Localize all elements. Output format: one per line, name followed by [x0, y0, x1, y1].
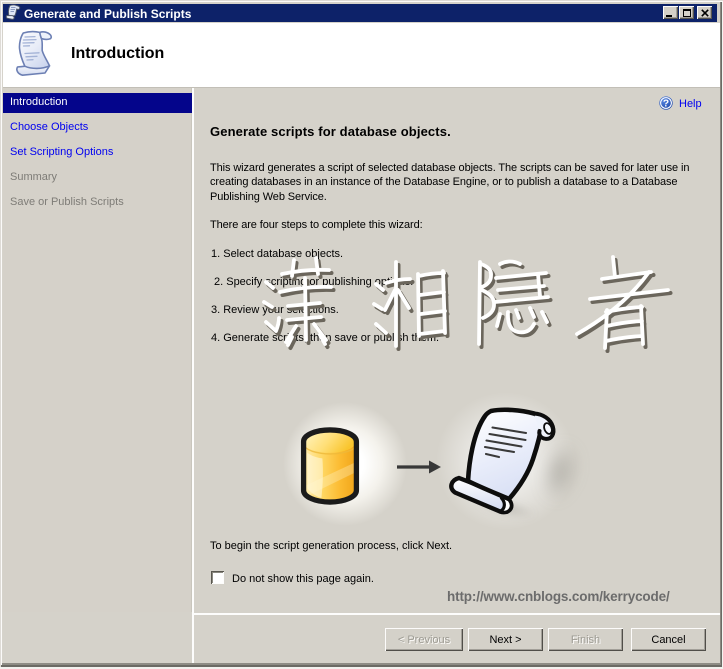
svg-text:?: ?: [663, 98, 669, 109]
